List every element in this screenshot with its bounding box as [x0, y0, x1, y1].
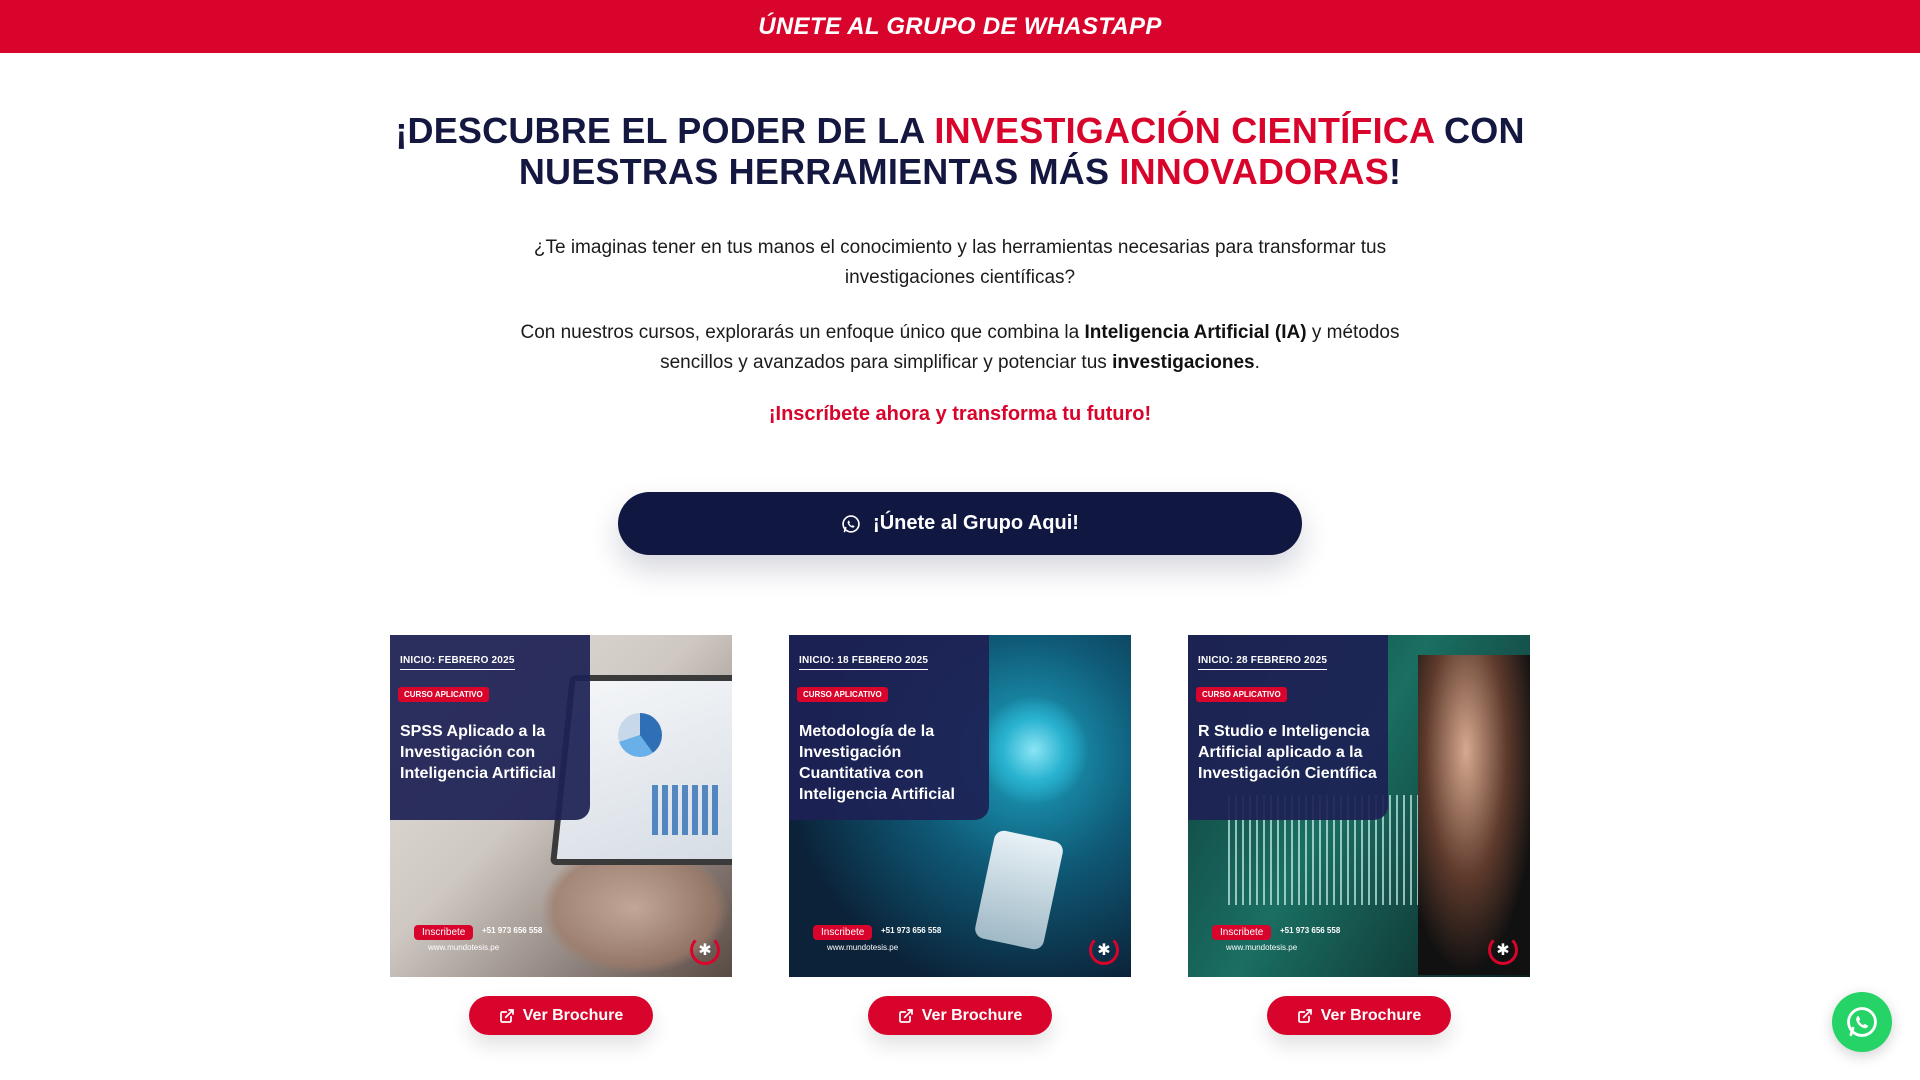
inscribete-badge: Inscribete	[1212, 925, 1272, 940]
course-start-date: INICIO: FEBRERO 2025	[400, 655, 515, 670]
hero-line2-c: !	[1388, 151, 1402, 192]
intro-p2-c: y métodos	[1306, 322, 1400, 343]
course-type-tag: CURSO APLICATIVO	[1196, 687, 1287, 702]
whatsapp-floating-button[interactable]	[1832, 992, 1892, 1052]
ver-brochure-label: Ver Brochure	[921, 1006, 1023, 1024]
website-url: www.mundotesis.pe	[827, 943, 899, 952]
course-start-date: INICIO: 28 FEBRERO 2025	[1198, 655, 1328, 670]
intro-paragraph-2: Con nuestros cursos, explorarás un enfoq…	[0, 318, 1920, 378]
signup-cta-text: ¡Inscríbete ahora y transforma tu futuro…	[768, 403, 1152, 425]
top-announcement-text[interactable]: ÚNETE AL GRUPO DE WHASTAPP	[758, 13, 1161, 41]
brain-illustration	[979, 695, 1089, 805]
hero-line2-a: NUESTRAS HERRAMIENTAS MÁS	[518, 151, 1120, 192]
course-type-tag: CURSO APLICATIVO	[398, 687, 489, 702]
top-announcement-bar[interactable]: ÚNETE AL GRUPO DE WHASTAPP	[0, 0, 1920, 53]
intro-p2-ia: Inteligencia Artificial (IA)	[1084, 322, 1307, 343]
course-info-panel: INICIO: 28 FEBRERO 2025 CURSO APLICATIVO…	[1188, 635, 1388, 820]
course-title: SPSS Aplicado a la Investigación con Int…	[400, 723, 556, 782]
course-card-rstudio[interactable]: INICIO: 28 FEBRERO 2025 CURSO APLICATIVO…	[1188, 635, 1530, 977]
course-title: Metodología de la Investigación Cuantita…	[799, 723, 955, 803]
bar-chart-graphic	[652, 785, 722, 835]
external-link-icon	[898, 1008, 913, 1023]
brand-logo-icon: ✱	[690, 935, 720, 965]
brand-logo-icon: ✱	[1089, 935, 1119, 965]
external-link-icon	[499, 1008, 514, 1023]
contact-phone: +51 973 656 558	[1280, 926, 1341, 935]
smartphone-illustration	[973, 828, 1065, 952]
course-card-spss[interactable]: INICIO: FEBRERO 2025 CURSO APLICATIVO SP…	[390, 635, 732, 977]
hero-line1-highlight: INVESTIGACIÓN CIENTÍFICA	[934, 110, 1434, 151]
course-title: R Studio e Inteligencia Artificial aplic…	[1198, 723, 1377, 782]
course-info-panel: INICIO: FEBRERO 2025 CURSO APLICATIVO SP…	[390, 635, 590, 820]
whatsapp-icon	[1847, 1007, 1877, 1037]
course-start-date: INICIO: 18 FEBRERO 2025	[799, 655, 929, 670]
contact-phone: +51 973 656 558	[881, 926, 942, 935]
hero-line1-c: CON	[1433, 110, 1525, 151]
intro-p1-line2: investigaciones científicas?	[844, 267, 1076, 288]
ver-brochure-label: Ver Brochure	[522, 1006, 624, 1024]
whatsapp-icon	[842, 514, 860, 533]
ver-brochure-button-metodologia[interactable]: Ver Brochure	[868, 996, 1052, 1035]
ver-brochure-button-rstudio[interactable]: Ver Brochure	[1267, 996, 1451, 1035]
intro-p2-investigaciones: investigaciones	[1112, 352, 1255, 373]
person-illustration	[1418, 655, 1530, 975]
course-type-tag: CURSO APLICATIVO	[797, 687, 888, 702]
ver-brochure-button-spss[interactable]: Ver Brochure	[469, 996, 653, 1035]
intro-p1-line1: ¿Te imaginas tener en tus manos el conoc…	[533, 237, 1387, 258]
inscribete-badge: Inscribete	[813, 925, 873, 940]
course-info-panel: INICIO: 18 FEBRERO 2025 CURSO APLICATIVO…	[789, 635, 989, 820]
intro-paragraph-1: ¿Te imaginas tener en tus manos el conoc…	[0, 233, 1920, 293]
join-group-button[interactable]: ¡Únete al Grupo Aqui!	[618, 492, 1302, 555]
external-link-icon	[1297, 1008, 1312, 1023]
ver-brochure-label: Ver Brochure	[1320, 1006, 1422, 1024]
contact-phone: +51 973 656 558	[482, 926, 543, 935]
inscribete-badge: Inscribete	[414, 925, 474, 940]
website-url: www.mundotesis.pe	[1226, 943, 1298, 952]
intro-p2-f: .	[1254, 352, 1260, 373]
hero-heading: ¡DESCUBRE EL PODER DE LA INVESTIGACIÓN C…	[0, 110, 1920, 192]
website-url: www.mundotesis.pe	[428, 943, 500, 952]
course-card-metodologia[interactable]: INICIO: 18 FEBRERO 2025 CURSO APLICATIVO…	[789, 635, 1131, 977]
pie-chart-graphic	[618, 713, 662, 757]
hero-line2-highlight: INNOVADORAS	[1119, 151, 1389, 192]
hero-line1-a: ¡DESCUBRE EL PODER DE LA	[395, 110, 935, 151]
intro-p2-d: sencillos y avanzados para simplificar y…	[660, 352, 1113, 373]
intro-p2-a: Con nuestros cursos, explorarás un enfoq…	[520, 322, 1085, 343]
brand-logo-icon: ✱	[1488, 935, 1518, 965]
join-group-label: ¡Únete al Grupo Aqui!	[873, 512, 1079, 534]
